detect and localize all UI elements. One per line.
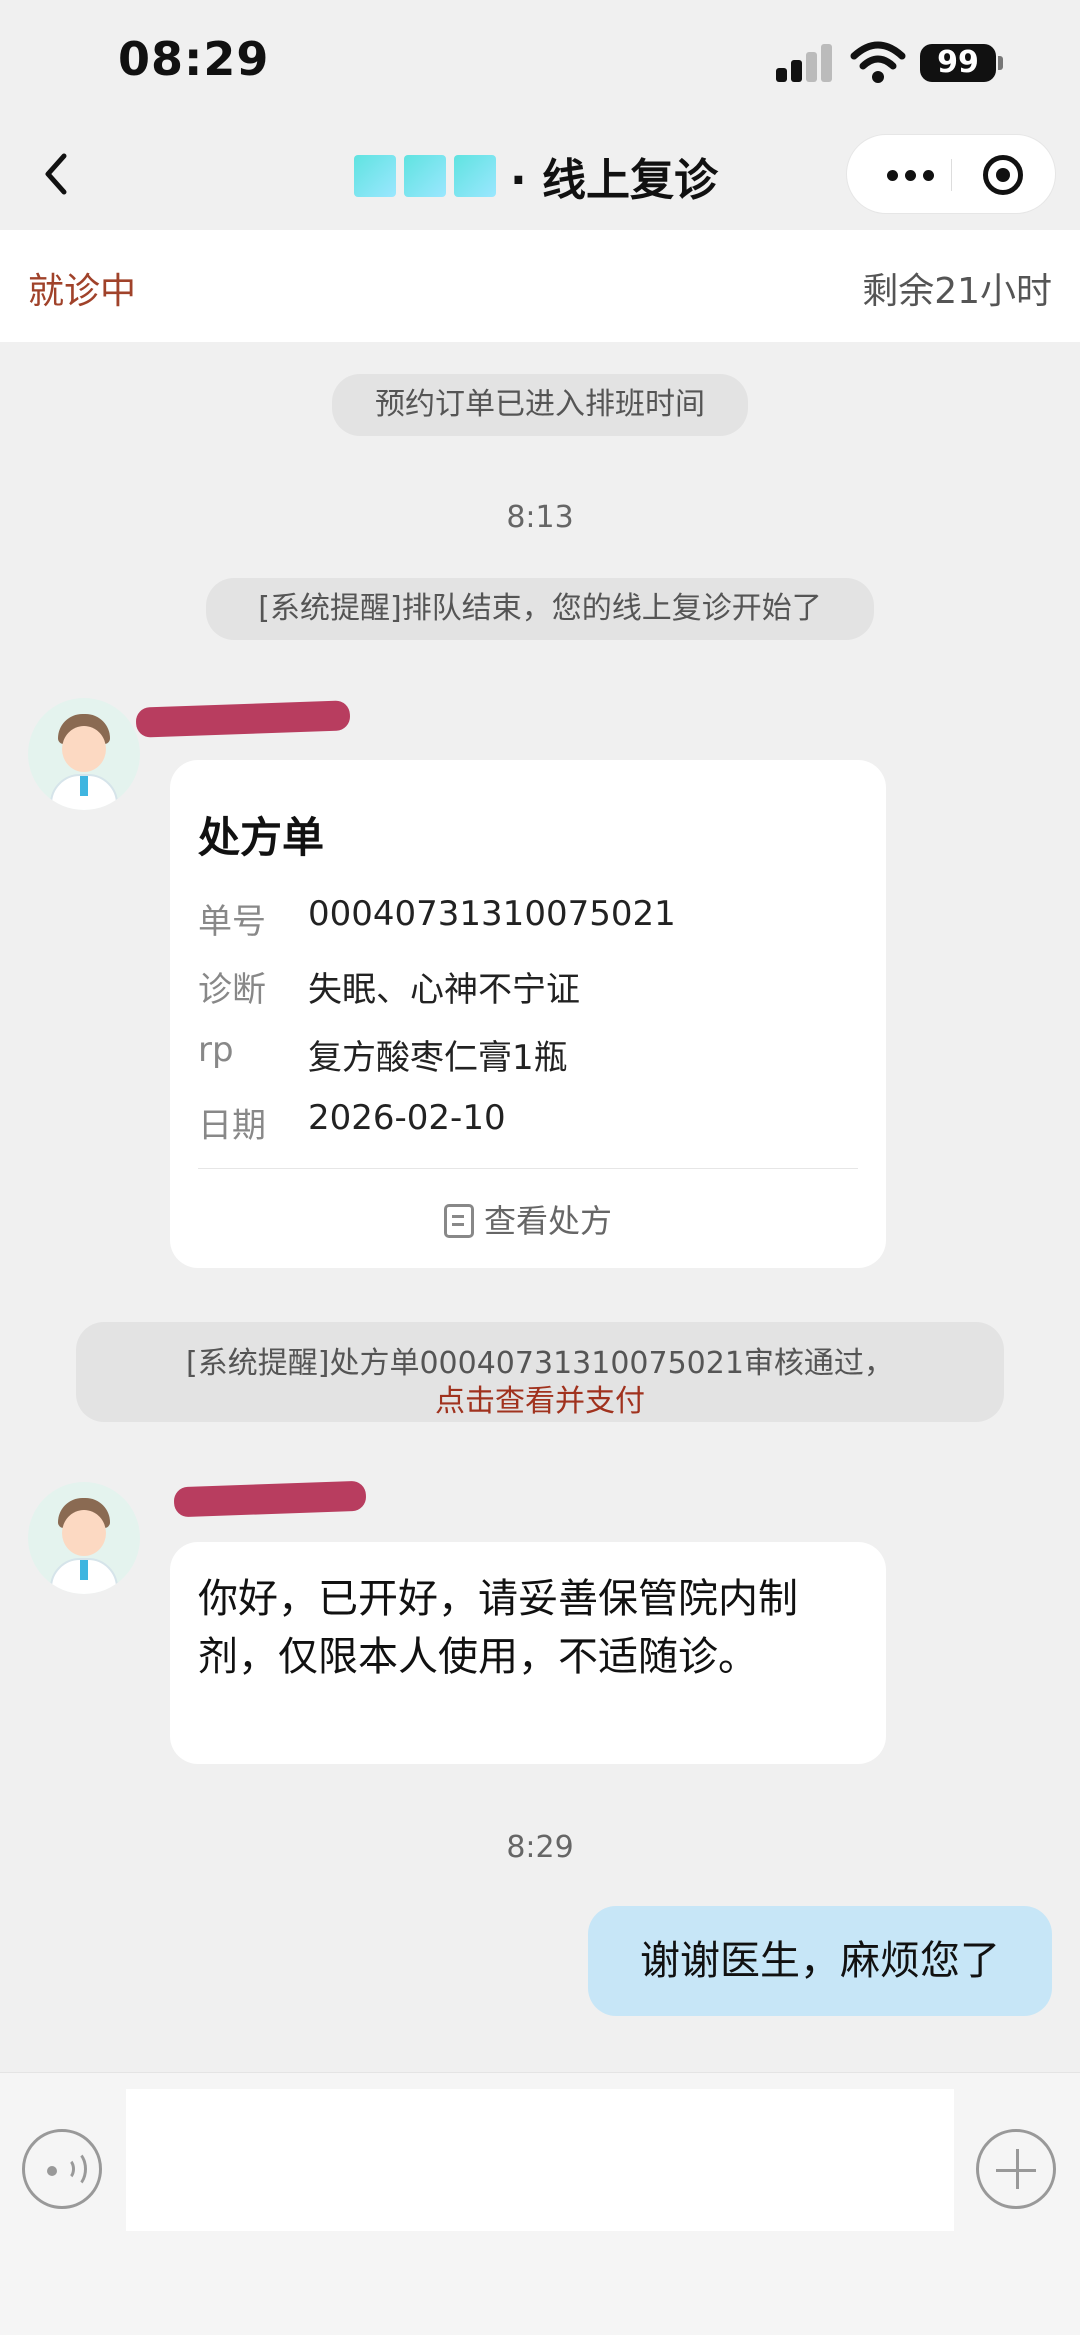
doctor-name-redacted xyxy=(173,1480,367,1518)
session-banner: 就诊中 剩余21小时 xyxy=(0,230,1080,342)
system-notice-schedule: 预约订单已进入排班时间 xyxy=(332,374,748,436)
back-icon[interactable] xyxy=(36,144,76,204)
prescription-title: 处方单 xyxy=(198,813,325,862)
system-notice-audit[interactable]: [系统提醒]处方单00040731310075021审核通过， 点击查看并支付 xyxy=(76,1322,1004,1422)
battery-indicator: 99 xyxy=(920,44,996,82)
my-message-bubble: 谢谢医生，麻烦您了 xyxy=(588,1906,1052,2016)
prescription-row-number: 单号 00040731310075021 xyxy=(198,894,676,943)
nav-bar: · 线上复诊 xyxy=(0,120,1080,230)
doctor-message-text: 你好，已开好，请妥善保管院内制剂，仅限本人使用，不适随诊。 xyxy=(198,1576,798,1680)
voice-input-icon[interactable] xyxy=(22,2129,102,2209)
timestamp: 8:29 xyxy=(506,1830,574,1865)
prescription-row-rp: rp 复方酸枣仁膏1瓶 xyxy=(198,1030,568,1079)
capsule-divider xyxy=(951,159,952,191)
prescription-row-date: 日期 2026-02-10 xyxy=(198,1098,506,1147)
doctor-avatar[interactable] xyxy=(28,698,140,810)
page-title-text: · 线上复诊 xyxy=(510,155,719,206)
signal-icon xyxy=(776,44,832,82)
close-circle-icon[interactable] xyxy=(983,155,1023,195)
row-label: 单号 xyxy=(198,902,266,942)
timestamp: 8:13 xyxy=(506,500,574,535)
page-title: · 线上复诊 xyxy=(354,146,718,206)
card-divider xyxy=(198,1168,858,1169)
status-time: 08:29 xyxy=(118,32,270,86)
input-bar xyxy=(0,2072,1080,2335)
row-value: 复方酸枣仁膏1瓶 xyxy=(308,1038,568,1078)
prescription-card[interactable]: 处方单 单号 00040731310075021 诊断 失眠、心神不宁证 rp … xyxy=(170,760,886,1268)
prescription-row-diagnosis: 诊断 失眠、心神不宁证 xyxy=(198,962,580,1011)
doctor-message-bubble: 你好，已开好，请妥善保管院内制剂，仅限本人使用，不适随诊。 xyxy=(170,1542,886,1764)
more-icon[interactable] xyxy=(875,135,945,215)
row-label: 诊断 xyxy=(198,970,266,1010)
battery-tip xyxy=(998,56,1003,70)
row-label: 日期 xyxy=(198,1106,266,1146)
add-icon[interactable] xyxy=(976,2129,1056,2209)
document-icon xyxy=(443,1204,474,1238)
message-input[interactable] xyxy=(126,2089,954,2231)
system-notice-start: [系统提醒]排队结束，您的线上复诊开始了 xyxy=(206,578,874,640)
doctor-avatar[interactable] xyxy=(28,1482,140,1594)
row-value: 2026-02-10 xyxy=(308,1098,506,1138)
mini-program-capsule xyxy=(846,134,1056,214)
row-value: 00040731310075021 xyxy=(308,894,676,934)
view-prescription-link[interactable]: 查看处方 xyxy=(170,1196,886,1242)
row-label: rp xyxy=(198,1030,234,1070)
status-bar: 08:29 99 xyxy=(0,0,1080,120)
session-status: 就诊中 xyxy=(28,271,137,312)
hospital-logo xyxy=(354,155,496,197)
view-prescription-label: 查看处方 xyxy=(483,1202,612,1240)
session-remaining-time: 剩余21小时 xyxy=(862,271,1052,312)
view-and-pay-link[interactable]: 点击查看并支付 xyxy=(76,1376,1004,1420)
doctor-name-redacted xyxy=(135,700,351,738)
row-value: 失眠、心神不宁证 xyxy=(308,970,580,1010)
wifi-icon xyxy=(850,41,906,83)
